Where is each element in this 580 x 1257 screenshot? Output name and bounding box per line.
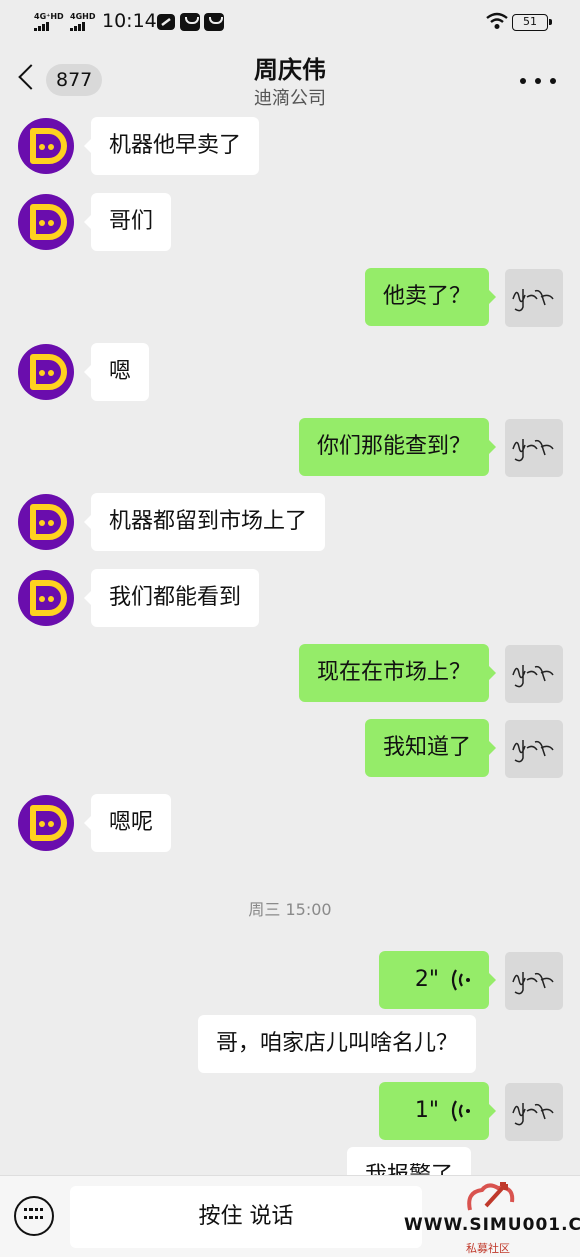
message-bubble[interactable]: 现在在市场上？ — [298, 644, 497, 702]
contact-avatar[interactable] — [18, 570, 74, 626]
status-time: 10:14 — [102, 10, 157, 32]
message-row-outgoing: 你们那能查到？ — [0, 418, 580, 478]
message-row-incoming: 我们都能看到 — [0, 569, 580, 629]
keyboard-icon — [24, 1208, 43, 1222]
app-notification-icon — [157, 14, 175, 30]
voice-message-bubble[interactable]: 1" — [379, 1082, 496, 1140]
voice-wave-icon — [451, 969, 470, 991]
contact-avatar[interactable] — [18, 118, 74, 174]
message-row-outgoing: 现在在市场上？ — [0, 644, 580, 704]
message-bubble[interactable]: 我知道了 — [364, 719, 497, 777]
message-bubble[interactable]: 嗯呢 — [83, 794, 172, 852]
my-avatar[interactable] — [505, 645, 563, 703]
my-avatar[interactable] — [505, 952, 563, 1010]
message-bubble[interactable]: 他卖了？ — [364, 268, 497, 326]
chat-header: 877 周庆伟 迪滴公司 — [0, 44, 580, 114]
hold-to-talk-button[interactable]: 按住 说话 — [70, 1186, 422, 1248]
bag-notification-icon-2 — [204, 13, 224, 31]
my-avatar[interactable] — [505, 1083, 563, 1141]
message-row-incoming: 机器他早卖了 — [0, 117, 580, 177]
voice-duration: 2" — [414, 967, 439, 992]
more-options-button[interactable] — [520, 76, 556, 86]
message-row-incoming: 嗯呢 — [0, 794, 580, 854]
message-timestamp: 周三 15:00 — [248, 900, 332, 919]
contact-avatar[interactable] — [18, 194, 74, 250]
message-bubble[interactable]: 你们那能查到？ — [298, 418, 497, 476]
message-bubble[interactable]: 机器都留到市场上了 — [83, 493, 326, 551]
contact-company: 迪滴公司 — [254, 88, 326, 109]
bag-notification-icon — [180, 13, 200, 31]
signal-label-1: 4G⁺HD — [34, 12, 64, 21]
signal-indicator-2: 4GHD — [70, 12, 95, 31]
signal-indicator-1: 4G⁺HD — [34, 12, 64, 31]
message-row-incoming: 机器都留到市场上了 — [0, 493, 580, 553]
contact-avatar[interactable] — [18, 344, 74, 400]
contact-name: 周庆伟 — [254, 56, 326, 84]
watermark: WWW.SIMU001.CN 私募社区 — [400, 1178, 580, 1257]
voice-message-bubble[interactable]: 2" — [379, 951, 496, 1009]
message-bubble[interactable]: 哥们 — [83, 193, 172, 251]
contact-avatar[interactable] — [18, 494, 74, 550]
watermark-logo-icon — [467, 1182, 515, 1211]
keyboard-toggle-button[interactable] — [14, 1196, 54, 1236]
message-row-incoming: 哥们 — [0, 193, 580, 253]
message-row-incoming: 嗯 — [0, 343, 580, 403]
watermark-site: WWW.SIMU001.CN — [404, 1215, 580, 1235]
signal-label-2: 4GHD — [70, 12, 96, 21]
my-avatar[interactable] — [505, 419, 563, 477]
wifi-icon — [486, 12, 508, 29]
message-bubble[interactable]: 机器他早卖了 — [83, 117, 260, 175]
battery-indicator: 51 — [512, 14, 552, 31]
status-bar: 4G⁺HD 4GHD 10:14 51 — [0, 0, 580, 44]
message-row-outgoing: 他卖了？ — [0, 268, 580, 328]
contact-avatar[interactable] — [18, 795, 74, 851]
voice-wave-icon — [451, 1100, 470, 1122]
message-row-outgoing-voice: 2" — [0, 951, 580, 1011]
watermark-label: 私募社区 — [466, 1242, 510, 1255]
message-row-outgoing: 我知道了 — [0, 719, 580, 779]
message-bubble[interactable]: 哥，咱家店儿叫啥名儿？ — [198, 1015, 477, 1073]
message-bubble[interactable]: 我们都能看到 — [83, 569, 260, 627]
my-avatar[interactable] — [505, 720, 563, 778]
message-row-outgoing-voice: 1" — [0, 1082, 580, 1142]
message-row-incoming: 哥，咱家店儿叫啥名儿？ — [0, 1015, 580, 1075]
voice-duration: 1" — [414, 1098, 439, 1123]
my-avatar[interactable] — [505, 269, 563, 327]
message-bubble[interactable]: 嗯 — [83, 343, 150, 401]
